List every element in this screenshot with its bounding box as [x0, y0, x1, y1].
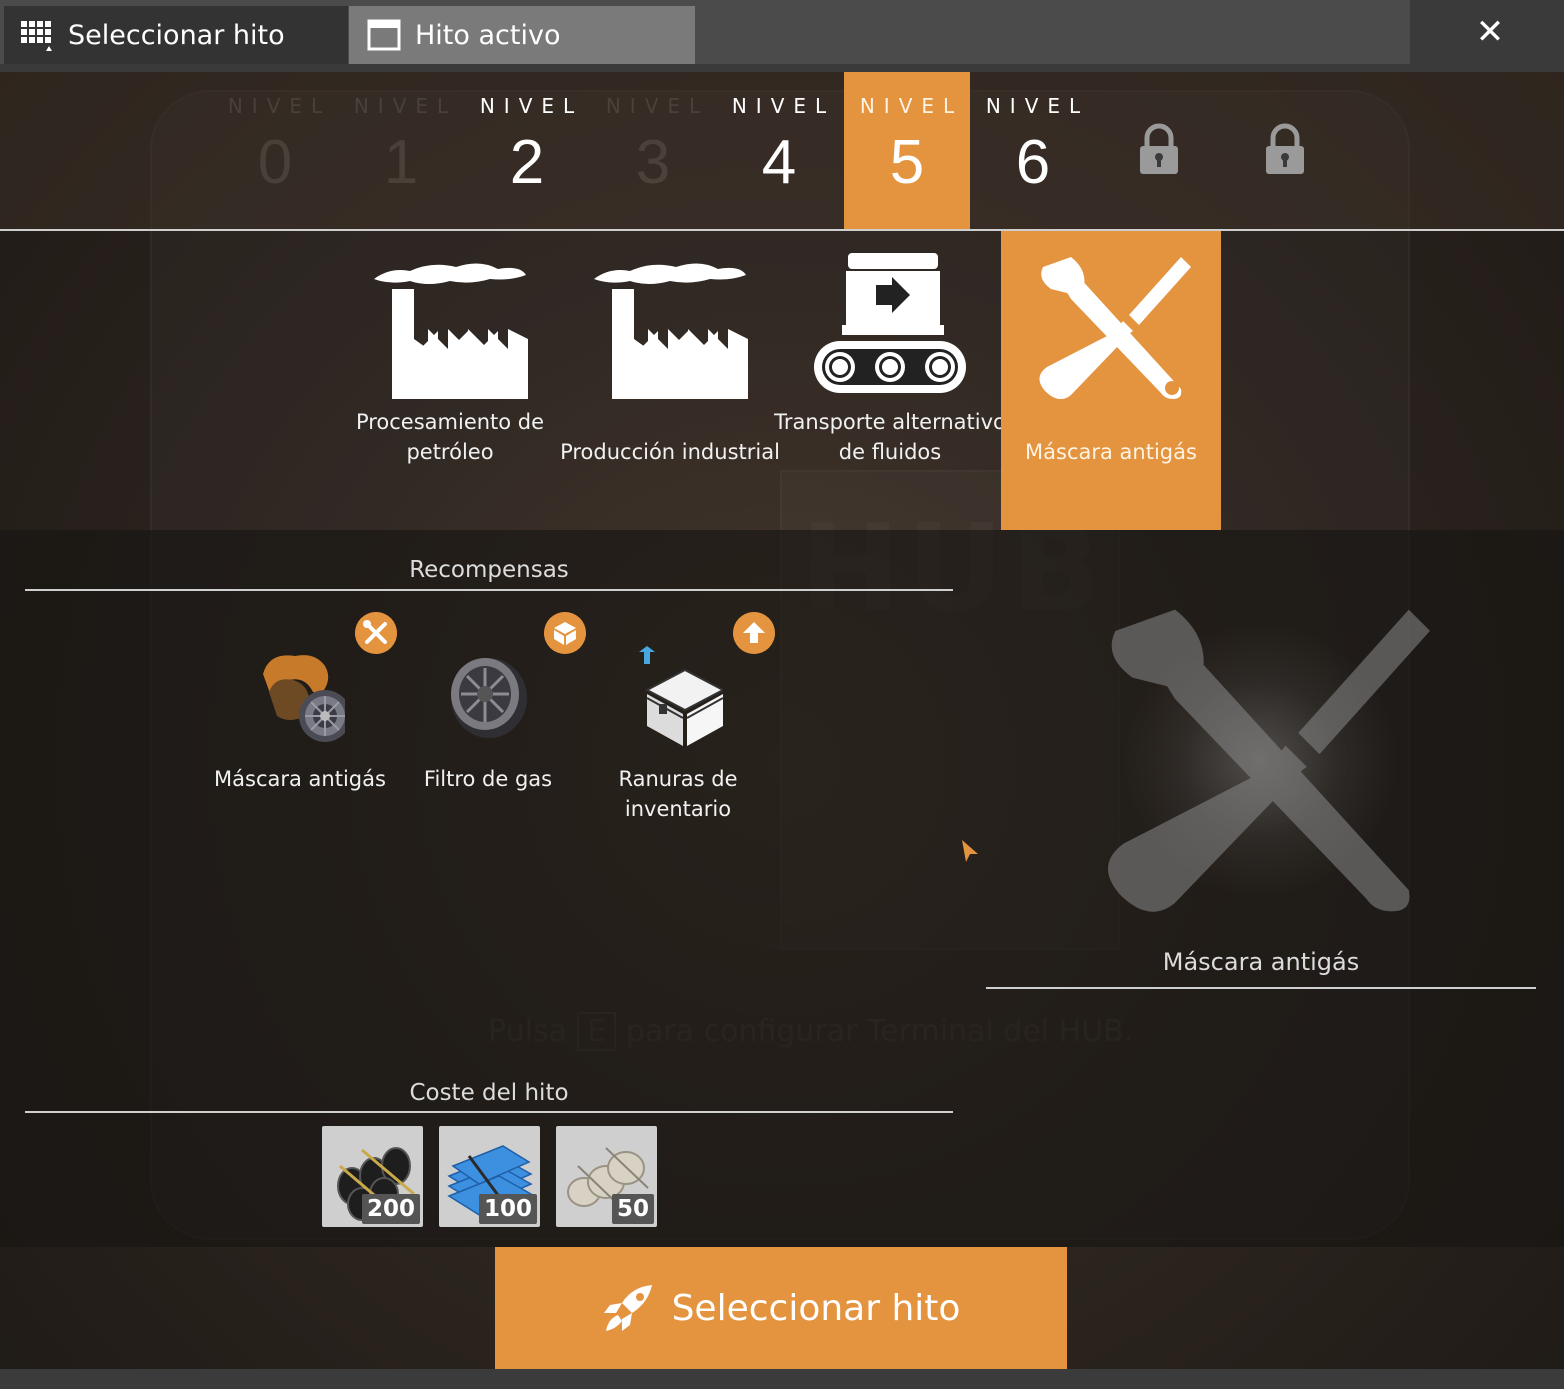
tier-1[interactable]: NIVEL 1	[338, 72, 464, 229]
tier-number: 5	[889, 128, 925, 197]
tab-active-label: Hito activo	[415, 19, 561, 51]
rocket-icon	[603, 1285, 652, 1331]
tier-number: 1	[383, 128, 419, 197]
tier-label: NIVEL	[859, 94, 964, 118]
tab-active-milestone[interactable]: Hito activo	[349, 6, 695, 64]
cost-quantity: 100	[478, 1194, 537, 1224]
tier-label: NIVEL	[985, 94, 1090, 118]
milestone-oil-processing[interactable]: Procesamiento de petróleo	[340, 231, 560, 530]
factory-icon	[594, 263, 748, 399]
tab-bar: Seleccionar hito Hito activo ✕	[0, 0, 1564, 72]
milestone-name: Producción industrial	[560, 440, 780, 464]
cost-item-fabric: 50	[556, 1126, 657, 1227]
tier-number: 2	[509, 128, 545, 197]
tier-label: NIVEL	[353, 94, 458, 118]
tier-label: NIVEL	[227, 94, 332, 118]
cost-quantity: 50	[611, 1194, 654, 1224]
cost-title: Coste del hito	[409, 1080, 569, 1106]
tier-4[interactable]: NIVEL 4	[716, 72, 842, 229]
tier-3[interactable]: NIVEL 3	[590, 72, 716, 229]
tab-select-label: Seleccionar hito	[68, 19, 285, 51]
cost-item-rubber: 200	[322, 1126, 423, 1227]
tier-label: NIVEL	[605, 94, 710, 118]
inventory-box-icon	[639, 646, 723, 746]
tab-select-milestone[interactable]: Seleccionar hito	[4, 6, 348, 64]
milestone-name: Procesamiento de petróleo	[355, 410, 545, 464]
arrow-up-icon	[733, 612, 775, 654]
tier-6[interactable]: NIVEL 6	[970, 72, 1096, 229]
preview-divider	[986, 987, 1536, 989]
box-icon	[544, 612, 586, 654]
milestone-fluid-transport[interactable]: Transporte alternativo de fluidos	[774, 231, 1006, 530]
cost-item-plastic: 100	[439, 1126, 540, 1227]
tier-number: 4	[761, 128, 797, 197]
wrench-screwdriver-icon	[355, 612, 397, 654]
wrench-screwdriver-icon	[1039, 257, 1191, 399]
padlock-icon	[1140, 123, 1178, 174]
wrench-screwdriver-icon	[1107, 609, 1430, 912]
tier-5[interactable]: NIVEL 5	[844, 72, 970, 229]
tier-label: NIVEL	[479, 94, 584, 118]
select-milestone-button[interactable]: Seleccionar hito	[495, 1247, 1067, 1369]
tier-number: 6	[1015, 128, 1051, 197]
rewards-divider	[25, 589, 953, 591]
bottom-strip	[0, 1369, 1564, 1389]
tier-label: NIVEL	[731, 94, 836, 118]
tier-0[interactable]: NIVEL 0	[212, 72, 338, 229]
milestone-name: Transporte alternativo de fluidos	[774, 410, 1006, 464]
milestone-industrial-production[interactable]: Producción industrial	[560, 231, 780, 530]
preview-name: Máscara antigás	[1162, 948, 1360, 976]
close-icon[interactable]: ✕	[1470, 12, 1510, 52]
gas-mask-icon	[263, 655, 345, 742]
padlock-icon	[1266, 123, 1304, 174]
gas-filter-icon	[451, 658, 527, 738]
select-button-label: Seleccionar hito	[671, 1287, 961, 1329]
window-icon	[367, 19, 401, 51]
milestone-name: Máscara antigás	[1025, 440, 1197, 464]
tier-number: 3	[635, 128, 671, 197]
tier-2[interactable]: NIVEL 2	[464, 72, 590, 229]
conveyor-icon	[814, 253, 966, 393]
cost-quantity: 200	[361, 1194, 420, 1224]
reward-name: Filtro de gas	[423, 767, 553, 791]
reward-name: Máscara antigás	[214, 767, 386, 791]
milestone-gas-mask[interactable]: Máscara antigás	[1001, 231, 1221, 530]
reward-name: Ranuras de inventario	[618, 767, 738, 821]
tier-number: 0	[257, 128, 293, 197]
cost-divider	[25, 1111, 953, 1113]
cursor-icon	[962, 840, 978, 862]
grid-icon	[20, 19, 54, 51]
rewards-title: Recompensas	[409, 557, 569, 583]
factory-icon	[374, 263, 528, 399]
